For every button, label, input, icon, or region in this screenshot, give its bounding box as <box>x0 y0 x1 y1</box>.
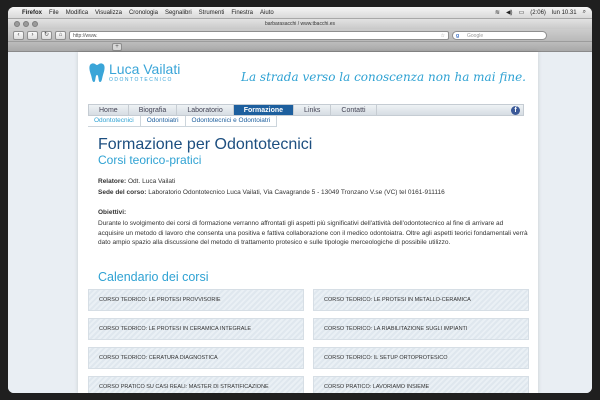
relatore-label: Relatore: <box>98 178 127 185</box>
menu-visualizza[interactable]: Visualizza <box>95 10 122 16</box>
nav-links[interactable]: Links <box>294 105 332 115</box>
menubar-clock[interactable]: lun 10.31 <box>552 10 577 16</box>
obiettivi-label: Obiettivi: <box>98 209 127 216</box>
minimize-window-button[interactable] <box>23 21 29 27</box>
relatore-line: Relatore: Odt. Luca Vailati <box>98 178 175 185</box>
menubar-app-name[interactable]: Firefox <box>22 10 42 16</box>
subnav-odontotecnici-e-odontoiatri[interactable]: Odontotecnici e Odontoiatri <box>186 116 278 126</box>
window-titlebar: barbarasacchi / www.tbacchi.es <box>8 19 592 29</box>
page-title: Formazione per Odontotecnici <box>98 136 313 153</box>
subnav-odontotecnici[interactable]: Odontotecnici <box>88 116 141 126</box>
course-item[interactable]: CORSO PRATICO: LAVORIAMO INSIEME <box>313 376 529 393</box>
tooth-icon <box>89 63 105 82</box>
relatore-value: Odt. Luca Vailati <box>128 178 176 185</box>
mac-menubar: Firefox File Modifica Visualizza Cronolo… <box>8 7 592 19</box>
course-item[interactable]: CORSO TEORICO: LE PROTESI IN CERAMICA IN… <box>88 318 304 340</box>
close-window-button[interactable] <box>14 21 20 27</box>
subnav-odontoiatri[interactable]: Odontoiatri <box>141 116 186 126</box>
volume-icon[interactable]: ◀) <box>506 9 513 16</box>
sede-value: Laboratorio Odontotecnico Luca Vailati, … <box>148 189 445 196</box>
window-title: barbarasacchi / www.tbacchi.es <box>264 21 336 27</box>
back-button[interactable]: ‹ <box>13 30 24 40</box>
nav-home[interactable]: Home <box>89 105 129 115</box>
home-button[interactable]: ⌂ <box>55 30 66 40</box>
menu-strumenti[interactable]: Strumenti <box>199 10 225 16</box>
main-nav: Home Biografia Laboratorio Formazione Li… <box>88 104 524 116</box>
calendar-title: Calendario dei corsi <box>98 270 209 284</box>
spotlight-icon[interactable]: ⌕ <box>583 9 586 16</box>
screen: Firefox File Modifica Visualizza Cronolo… <box>8 7 592 393</box>
website-page: Luca Vailati ODONTOTECNICO La strada ver… <box>78 52 538 393</box>
site-tagline: La strada verso la conoscenza non ha mai… <box>240 70 526 84</box>
tab-bar: + <box>8 42 592 52</box>
reload-button[interactable]: ↻ <box>41 30 52 40</box>
nav-contatti[interactable]: Contatti <box>331 105 377 115</box>
site-logo[interactable]: Luca Vailati ODONTOTECNICO <box>88 62 180 83</box>
sede-line: Sede del corso: Laboratorio Odontotecnic… <box>98 189 445 196</box>
menu-segnalibri[interactable]: Segnalibri <box>165 10 192 16</box>
battery-icon[interactable]: ▭ <box>519 9 525 16</box>
facebook-icon[interactable]: f <box>511 106 520 115</box>
course-item[interactable]: CORSO PRATICO SU CASI REALI: MASTER DI S… <box>88 376 304 393</box>
menu-aiuto[interactable]: Aiuto <box>260 10 274 16</box>
zoom-window-button[interactable] <box>32 21 38 27</box>
nav-biografia[interactable]: Biografia <box>129 105 178 115</box>
browser-toolbar: ‹ › ↻ ⌂ http://www. ☆ g Google <box>8 29 592 42</box>
new-tab-button[interactable]: + <box>112 42 122 51</box>
menu-file[interactable]: File <box>49 10 59 16</box>
nav-laboratorio[interactable]: Laboratorio <box>177 105 234 115</box>
window-controls <box>14 21 38 27</box>
url-text: http://www. <box>73 32 98 39</box>
wifi-icon[interactable]: ≋ <box>495 9 500 16</box>
menu-modifica[interactable]: Modifica <box>66 10 88 16</box>
page-subtitle: Corsi teorico-pratici <box>98 153 202 167</box>
browser-viewport: Luca Vailati ODONTOTECNICO La strada ver… <box>8 52 592 393</box>
google-icon: g <box>456 32 460 39</box>
url-bar[interactable]: http://www. ☆ <box>69 30 449 40</box>
sub-nav: Odontotecnici Odontoiatri Odontotecnici … <box>88 116 278 127</box>
bookmark-star-icon[interactable]: ☆ <box>441 32 445 40</box>
battery-time: (2:06) <box>530 9 546 16</box>
course-item[interactable]: CORSO TEORICO: IL SETUP ORTOPROTESICO <box>313 347 529 369</box>
obiettivi-text: Durante lo svolgimento dei corsi di form… <box>98 220 528 246</box>
menu-finestra[interactable]: Finestra <box>231 10 253 16</box>
course-item[interactable]: CORSO TEORICO: CERATURA DIAGNOSTICA <box>88 347 304 369</box>
nav-formazione[interactable]: Formazione <box>233 105 295 115</box>
forward-button[interactable]: › <box>27 30 38 40</box>
search-box[interactable]: g Google <box>452 30 547 40</box>
logo-name: Luca Vailati <box>109 60 181 77</box>
sede-label: Sede del corso: <box>98 189 147 196</box>
menu-cronologia[interactable]: Cronologia <box>129 10 158 16</box>
course-item[interactable]: CORSO TEORICO: LE PROTESI IN METALLO-CER… <box>313 289 529 311</box>
course-item[interactable]: CORSO TEORICO: LE PROTESI PROVVISORIE <box>88 289 304 311</box>
course-item[interactable]: CORSO TEORICO: LA RIABILITAZIONE SUGLI I… <box>313 318 529 340</box>
logo-subtitle: ODONTOTECNICO <box>109 76 173 83</box>
search-placeholder: Google <box>467 32 484 39</box>
